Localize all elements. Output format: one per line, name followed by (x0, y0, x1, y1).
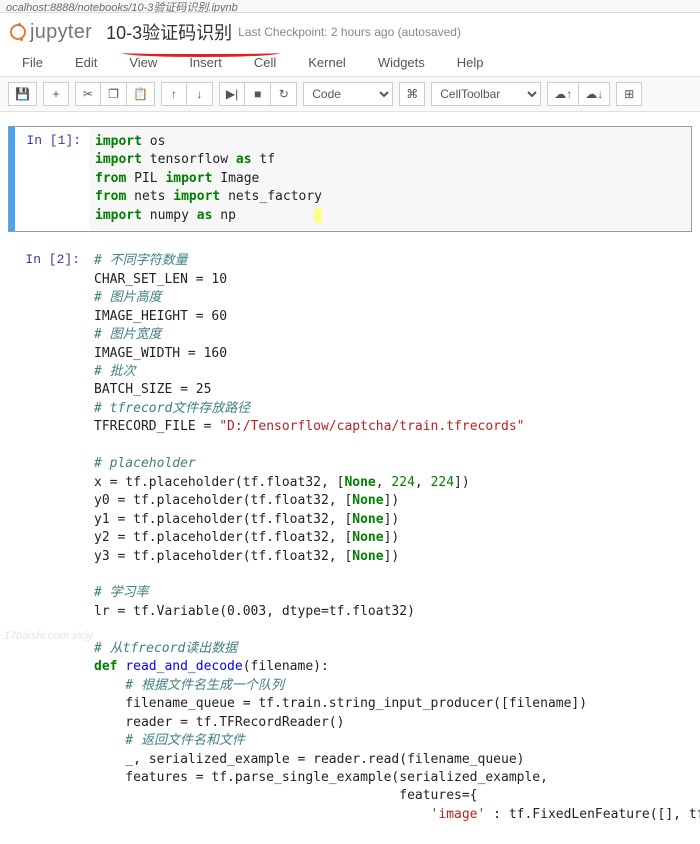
code-cell-2[interactable]: In [2]: # 不同字符数量 CHAR_SET_LEN = 10 # 图片高… (8, 246, 692, 830)
cloud-down-icon: ☁↓ (585, 87, 603, 101)
cut-button[interactable]: ✂ (75, 82, 101, 106)
code-cell-1[interactable]: In [1]: import os import tensorflow as t… (8, 126, 692, 232)
arrow-down-icon: ↓ (196, 87, 202, 101)
command-icon: ⌘ (406, 87, 418, 101)
checkpoint-text: Last Checkpoint: 2 hours ago (autosaved) (238, 25, 461, 39)
command-palette-button[interactable]: ⌘ (399, 82, 425, 106)
menu-file[interactable]: File (8, 51, 57, 74)
menu-help[interactable]: Help (443, 51, 498, 74)
cursor-highlight (314, 208, 322, 223)
grid-button[interactable]: ⊞ (616, 82, 642, 106)
toolbar: 💾 + ✂ ❐ 📋 ↑ ↓ ▶| ■ ↻ Code ⌘ CellToolbar … (0, 77, 700, 112)
arrow-up-icon: ↑ (171, 87, 177, 101)
move-up-button[interactable]: ↑ (161, 82, 187, 106)
move-down-button[interactable]: ↓ (187, 82, 213, 106)
add-cell-button[interactable]: + (43, 82, 69, 106)
menubar: File Edit View Insert Cell Kernel Widget… (0, 49, 700, 77)
cloud-download-button[interactable]: ☁↓ (579, 82, 610, 106)
save-icon: 💾 (15, 87, 30, 101)
browser-addressbar: ocalhost:8888/notebooks/10-3验证码识别.ipynb (0, 0, 700, 13)
stop-button[interactable]: ■ (245, 82, 271, 106)
input-prompt: In [2]: (8, 246, 88, 830)
scissors-icon: ✂ (83, 87, 93, 101)
stop-icon: ■ (254, 87, 261, 101)
restart-button[interactable]: ↻ (271, 82, 297, 106)
run-button[interactable]: ▶| (219, 82, 245, 106)
watermark-text: 17baishi.com xlcjy (4, 630, 93, 642)
menu-widgets[interactable]: Widgets (364, 51, 439, 74)
input-prompt: In [1]: (9, 127, 89, 231)
cloud-upload-button[interactable]: ☁↑ (547, 82, 579, 106)
grid-icon: ⊞ (624, 87, 634, 101)
url-text: ocalhost:8888/notebooks/10-3验证码识别.ipynb (6, 2, 238, 13)
notebook-header: jupyter 10-3验证码识别 Last Checkpoint: 2 hou… (0, 13, 700, 49)
menu-kernel[interactable]: Kernel (294, 51, 360, 74)
paste-icon: 📋 (133, 87, 148, 101)
jupyter-logo[interactable]: jupyter (10, 21, 92, 44)
celltype-select[interactable]: Code (303, 82, 393, 106)
copy-icon: ❐ (108, 87, 119, 101)
menu-edit[interactable]: Edit (61, 51, 111, 74)
run-icon: ▶| (226, 87, 238, 101)
paste-button[interactable]: 📋 (127, 82, 155, 106)
code-editor[interactable]: # 不同字符数量 CHAR_SET_LEN = 10 # 图片高度 IMAGE_… (88, 246, 700, 830)
code-editor[interactable]: import os import tensorflow as tf from P… (89, 127, 691, 231)
plus-icon: + (52, 87, 59, 101)
notebook-area: In [1]: import os import tensorflow as t… (0, 112, 700, 830)
jupyter-wordmark: jupyter (30, 21, 92, 44)
save-button[interactable]: 💾 (8, 82, 37, 106)
jupyter-orbit-icon (10, 24, 26, 40)
notebook-title[interactable]: 10-3验证码识别 (106, 19, 232, 45)
copy-button[interactable]: ❐ (101, 82, 127, 106)
cell-toolbar-select[interactable]: CellToolbar (431, 82, 541, 106)
restart-icon: ↻ (279, 87, 289, 101)
cloud-up-icon: ☁↑ (554, 87, 572, 101)
